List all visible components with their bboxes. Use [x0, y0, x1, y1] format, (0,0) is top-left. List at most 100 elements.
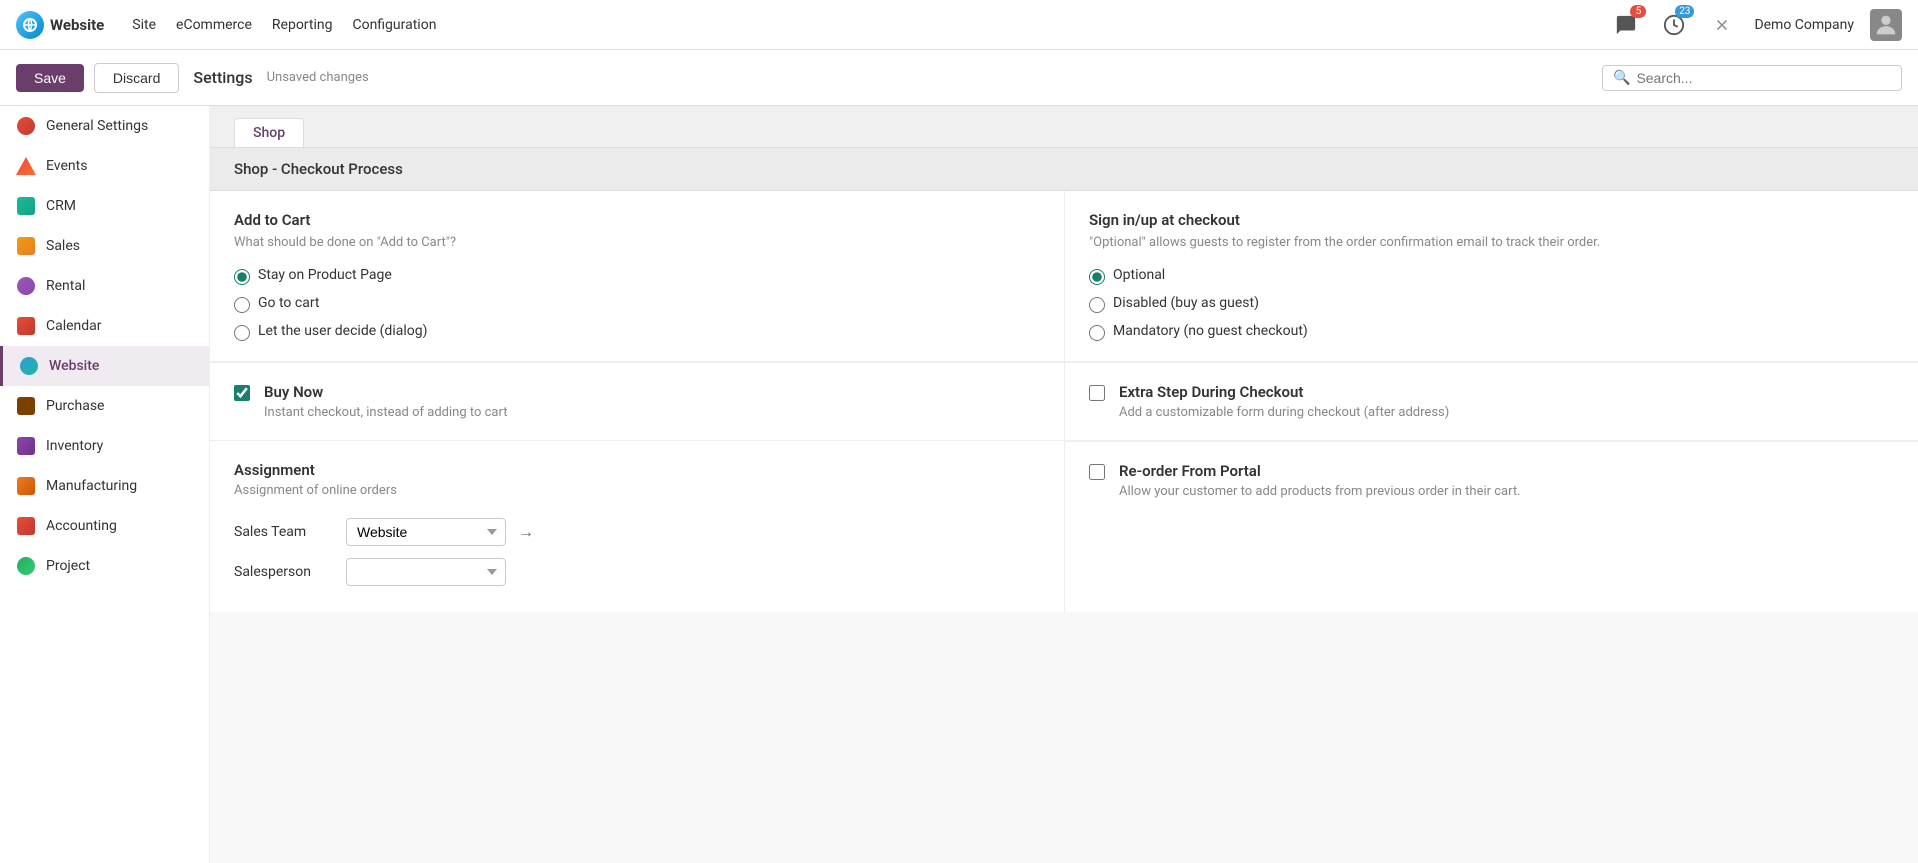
sidebar-item-website[interactable]: Website [0, 346, 209, 386]
radio-optional-label: Optional [1113, 267, 1165, 283]
company-name: Demo Company [1754, 17, 1854, 33]
app-name: Website [50, 16, 104, 34]
website-icon [19, 356, 39, 376]
sidebar-label-manufacturing: Manufacturing [46, 478, 137, 494]
active-tab[interactable]: Shop [234, 118, 304, 147]
inventory-icon [16, 436, 36, 456]
radio-disabled-input[interactable] [1089, 297, 1105, 313]
sidebar-label-project: Project [46, 558, 90, 574]
events-icon [16, 156, 36, 176]
sidebar-item-crm[interactable]: CRM [0, 186, 209, 226]
reorder-section: Re-order From Portal Allow your customer… [1064, 441, 1918, 612]
nav-ecommerce[interactable]: eCommerce [176, 17, 252, 33]
section-header: Shop - Checkout Process [210, 148, 1918, 191]
settings-grid: Add to Cart What should be done on "Add … [210, 191, 1918, 361]
extra-step-title: Extra Step During Checkout [1119, 383, 1894, 401]
radio-optional-input[interactable] [1089, 269, 1105, 285]
user-avatar[interactable] [1870, 9, 1902, 41]
messages-button[interactable]: 5 [1610, 9, 1642, 41]
close-button[interactable] [1706, 9, 1738, 41]
sidebar-item-events[interactable]: Events [0, 146, 209, 186]
sign-in-options: Optional Disabled (buy as guest) Mandato… [1089, 267, 1894, 341]
sign-in-section: Sign in/up at checkout "Optional" allows… [1064, 191, 1918, 361]
sign-in-desc: "Optional" allows guests to register fro… [1089, 233, 1894, 253]
sidebar: General Settings Events CRM Sales Rental… [0, 106, 210, 863]
activities-badge: 23 [1675, 5, 1694, 18]
search-icon: 🔍 [1613, 70, 1630, 86]
add-to-cart-options: Stay on Product Page Go to cart Let the … [234, 267, 1040, 341]
sidebar-label-website: Website [49, 358, 99, 374]
discard-button[interactable]: Discard [94, 63, 179, 93]
main-content: Shop Shop - Checkout Process Add to Cart… [210, 106, 1918, 863]
sidebar-item-manufacturing[interactable]: Manufacturing [0, 466, 209, 506]
add-to-cart-title: Add to Cart [234, 211, 1040, 229]
reorder-title: Re-order From Portal [1119, 462, 1894, 480]
buy-now-desc: Instant checkout, instead of adding to c… [264, 405, 1040, 420]
search-bar: 🔍 [1602, 65, 1902, 91]
radio-decide-label: Let the user decide (dialog) [258, 323, 427, 339]
purchase-icon [16, 396, 36, 416]
buy-now-title: Buy Now [264, 383, 1040, 401]
extra-step-checkbox[interactable] [1089, 385, 1105, 401]
calendar-icon [16, 316, 36, 336]
section-title: Shop - Checkout Process [234, 160, 403, 178]
radio-mandatory-label: Mandatory (no guest checkout) [1113, 323, 1308, 339]
radio-go-input[interactable] [234, 297, 250, 313]
page-title: Settings [193, 68, 252, 87]
extra-step-desc: Add a customizable form during checkout … [1119, 405, 1894, 420]
reorder-content: Re-order From Portal Allow your customer… [1119, 462, 1894, 499]
project-icon [16, 556, 36, 576]
nav-reporting[interactable]: Reporting [272, 17, 333, 33]
radio-stay-on-page[interactable]: Stay on Product Page [234, 267, 1040, 285]
sales-icon [16, 236, 36, 256]
reorder-checkbox[interactable] [1089, 464, 1105, 480]
sidebar-item-purchase[interactable]: Purchase [0, 386, 209, 426]
sales-team-label: Sales Team [234, 524, 334, 540]
sidebar-label-crm: CRM [46, 198, 76, 214]
buy-now-checkbox[interactable] [234, 385, 250, 401]
sidebar-label-rental: Rental [46, 278, 85, 294]
extra-step-content: Extra Step During Checkout Add a customi… [1119, 383, 1894, 420]
salesperson-select[interactable] [346, 558, 506, 586]
sidebar-label-sales: Sales [46, 238, 80, 254]
radio-mandatory[interactable]: Mandatory (no guest checkout) [1089, 323, 1894, 341]
main-layout: General Settings Events CRM Sales Rental… [0, 106, 1918, 863]
radio-decide-input[interactable] [234, 325, 250, 341]
reorder-desc: Allow your customer to add products from… [1119, 484, 1894, 499]
sidebar-item-sales[interactable]: Sales [0, 226, 209, 266]
radio-mandatory-input[interactable] [1089, 325, 1105, 341]
crm-icon [16, 196, 36, 216]
sidebar-item-calendar[interactable]: Calendar [0, 306, 209, 346]
assignment-title: Assignment [234, 461, 1040, 479]
sidebar-item-project[interactable]: Project [0, 546, 209, 586]
add-to-cart-section: Add to Cart What should be done on "Add … [210, 191, 1064, 361]
nav-site[interactable]: Site [132, 17, 156, 33]
radio-optional[interactable]: Optional [1089, 267, 1894, 285]
add-to-cart-desc: What should be done on "Add to Cart"? [234, 233, 1040, 253]
activities-button[interactable]: 23 [1658, 9, 1690, 41]
search-input[interactable] [1636, 70, 1891, 86]
sign-in-title: Sign in/up at checkout [1089, 211, 1894, 229]
nav-right: 5 23 Demo Company [1610, 9, 1902, 41]
sidebar-item-general-settings[interactable]: General Settings [0, 106, 209, 146]
manufacturing-icon [16, 476, 36, 496]
radio-user-decide[interactable]: Let the user decide (dialog) [234, 323, 1040, 341]
radio-stay-input[interactable] [234, 269, 250, 285]
sidebar-label-purchase: Purchase [46, 398, 104, 414]
radio-disabled-guest[interactable]: Disabled (buy as guest) [1089, 295, 1894, 313]
sidebar-item-rental[interactable]: Rental [0, 266, 209, 306]
rental-icon [16, 276, 36, 296]
radio-go-to-cart[interactable]: Go to cart [234, 295, 1040, 313]
sidebar-item-inventory[interactable]: Inventory [0, 426, 209, 466]
sidebar-item-accounting[interactable]: Accounting [0, 506, 209, 546]
general-settings-icon [16, 116, 36, 136]
sales-team-link-icon[interactable]: → [518, 522, 534, 542]
sales-team-select[interactable]: Website [346, 518, 506, 546]
buy-now-content: Buy Now Instant checkout, instead of add… [264, 383, 1040, 420]
sidebar-label-inventory: Inventory [46, 438, 103, 454]
sidebar-label-general-settings: General Settings [46, 118, 148, 134]
nav-configuration[interactable]: Configuration [352, 17, 436, 33]
save-button[interactable]: Save [16, 64, 84, 92]
assignment-desc: Assignment of online orders [234, 483, 1040, 498]
radio-disabled-label: Disabled (buy as guest) [1113, 295, 1259, 311]
